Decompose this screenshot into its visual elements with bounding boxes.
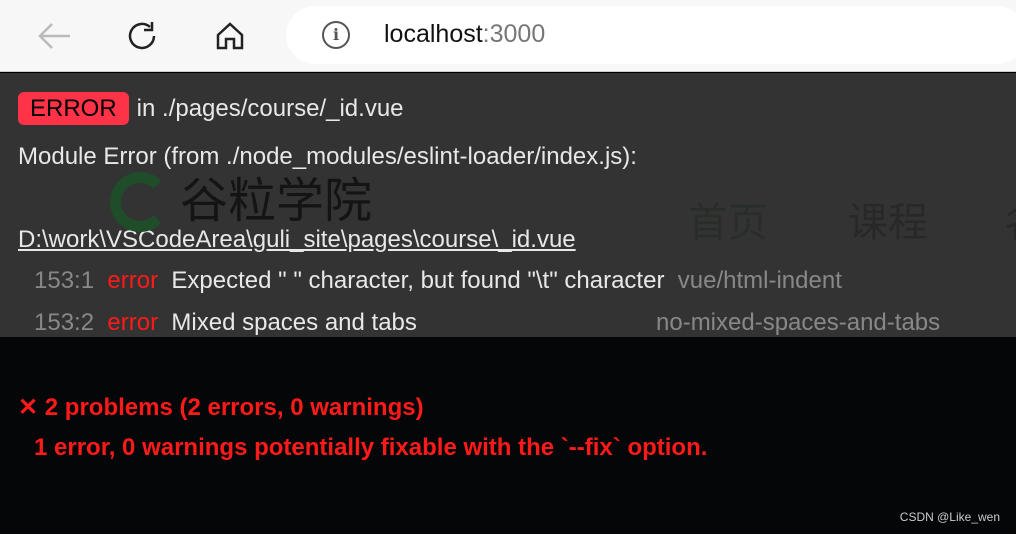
logo-mark-icon (110, 172, 170, 232)
site-logo: 谷粒学院 (110, 172, 372, 232)
info-icon[interactable]: i (322, 21, 350, 49)
error-header: ERROR in ./pages/course/_id.vue (18, 92, 404, 125)
fixable-summary: 1 error, 0 warnings potentially fixable … (34, 434, 708, 461)
error-badge: ERROR (18, 92, 129, 125)
error-summary-panel: ✕ 2 problems (2 errors, 0 warnings) 1 er… (0, 337, 1016, 534)
browser-toolbar: i localhost:3000 (0, 0, 1016, 72)
reload-button[interactable] (122, 16, 162, 56)
back-button[interactable] (34, 16, 74, 56)
watermark: CSDN @Like_wen (899, 510, 1000, 524)
home-button[interactable] (210, 16, 250, 56)
problem-summary: ✕ 2 problems (2 errors, 0 warnings) (18, 394, 424, 421)
reload-icon (128, 22, 156, 50)
lint-row: 153:1 error Expected " " character, but … (34, 267, 842, 294)
url-text[interactable]: localhost:3000 (384, 20, 545, 49)
lint-row: 153:2 error Mixed spaces and tabs no-mixe… (34, 309, 941, 336)
address-bar[interactable]: i localhost:3000 (286, 6, 1016, 64)
home-icon (216, 22, 244, 50)
module-error: Module Error (from ./node_modules/eslint… (18, 143, 637, 170)
back-arrow-icon (38, 23, 70, 49)
